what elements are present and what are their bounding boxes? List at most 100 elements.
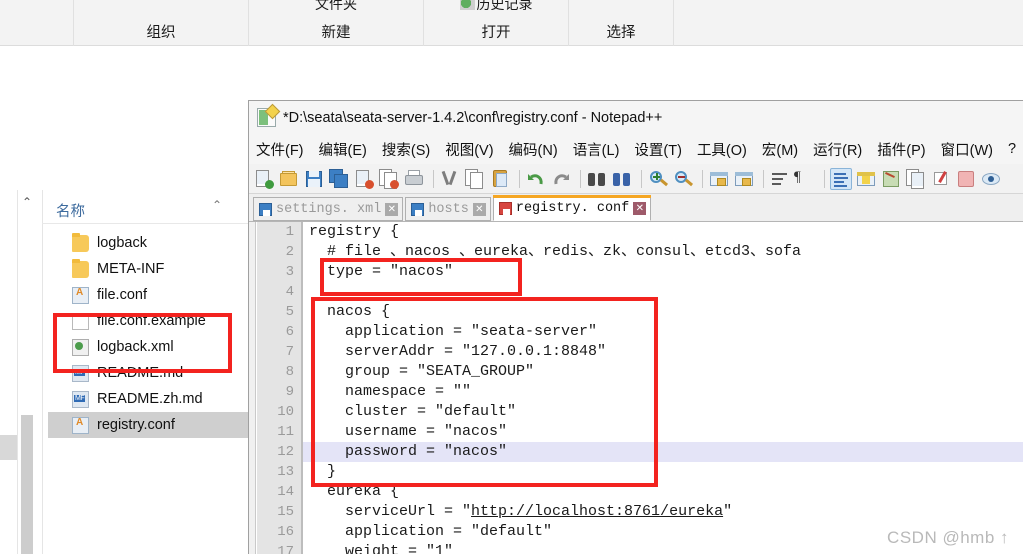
code-line[interactable]: namespace = "" bbox=[303, 382, 1023, 402]
cut-icon[interactable] bbox=[439, 168, 461, 190]
menu-item-10[interactable]: 插件(P) bbox=[877, 139, 925, 160]
sync-horizontal-scroll-icon[interactable] bbox=[733, 168, 755, 190]
line-number: 7 bbox=[285, 344, 294, 360]
code-line[interactable]: password = "nacos" bbox=[303, 442, 1023, 462]
code-text-area[interactable]: registry { # file 、nacos 、eureka、redis、z… bbox=[303, 222, 1023, 554]
file-row[interactable]: logback bbox=[48, 230, 250, 256]
close-file-icon[interactable] bbox=[353, 168, 375, 190]
indent-guide-icon[interactable] bbox=[830, 167, 852, 190]
menu-item-5[interactable]: 语言(L) bbox=[573, 139, 620, 160]
file-row[interactable]: README.md bbox=[48, 360, 250, 386]
folder-file-icon bbox=[72, 258, 89, 278]
save-all-icon[interactable] bbox=[328, 168, 350, 190]
explorer-ribbon: 组织 文件夹 新建 历史记录 打开 选择 bbox=[0, 0, 1023, 46]
menu-item-4[interactable]: 编码(N) bbox=[509, 139, 558, 160]
ribbon-group-打开[interactable]: 历史记录 打开 bbox=[424, 0, 569, 46]
menu-item-7[interactable]: 工具(O) bbox=[697, 139, 747, 160]
replace-icon[interactable] bbox=[611, 168, 633, 190]
code-line[interactable]: nacos { bbox=[303, 302, 1023, 322]
sort-caret-icon[interactable]: ⌃ bbox=[212, 198, 222, 212]
line-number: 6 bbox=[285, 324, 294, 340]
function-list-icon[interactable] bbox=[905, 168, 927, 190]
print-icon[interactable] bbox=[403, 168, 425, 190]
file-row[interactable]: META-INF bbox=[48, 256, 250, 282]
file-row[interactable]: logback.xml bbox=[48, 334, 250, 360]
line-number: 14 bbox=[277, 484, 294, 500]
copy-icon[interactable] bbox=[464, 168, 486, 190]
tab-label: settings. xml bbox=[276, 201, 382, 217]
code-line[interactable]: } bbox=[303, 462, 1023, 482]
code-line[interactable]: eureka { bbox=[303, 482, 1023, 502]
menu-item-2[interactable]: 搜索(S) bbox=[382, 139, 430, 160]
code-line[interactable]: group = "SEATA_GROUP" bbox=[303, 362, 1023, 382]
pane-left-edge bbox=[0, 190, 17, 435]
close-icon[interactable]: ✕ bbox=[385, 202, 399, 216]
find-icon[interactable] bbox=[586, 168, 608, 190]
ribbon-group-blank[interactable] bbox=[0, 0, 74, 46]
save-icon[interactable] bbox=[303, 168, 325, 190]
user-defined-language-icon[interactable] bbox=[855, 168, 877, 190]
code-editor[interactable]: 1 2 3 4 5 6 7 8 9 10 11 12 13 14 15 16 17 registry { # f… bbox=[249, 222, 1023, 554]
zoom-in-icon[interactable] bbox=[647, 168, 669, 190]
line-number: 17 bbox=[277, 544, 294, 554]
line-number: 2 bbox=[285, 244, 294, 260]
code-url-link[interactable]: http://localhost:8761/eureka bbox=[471, 503, 723, 520]
menu-item-3[interactable]: 视图(V) bbox=[445, 139, 493, 160]
ribbon-group-选择[interactable]: 选择 bbox=[569, 0, 674, 46]
menu-item-12[interactable]: ? bbox=[1008, 141, 1016, 157]
document-switcher-icon[interactable] bbox=[930, 168, 952, 190]
paste-icon[interactable] bbox=[489, 168, 511, 190]
file-row[interactable]: file.conf.example bbox=[48, 308, 250, 334]
monitor-icon[interactable] bbox=[980, 168, 1002, 190]
code-line[interactable]: serverAddr = "127.0.0.1:8848" bbox=[303, 342, 1023, 362]
menu-item-6[interactable]: 设置(T) bbox=[634, 139, 682, 160]
vertical-scrollbar-thumb[interactable] bbox=[21, 415, 33, 554]
code-line[interactable] bbox=[303, 282, 1023, 302]
code-line[interactable]: application = "seata-server" bbox=[303, 322, 1023, 342]
sync-vertical-scroll-icon[interactable] bbox=[708, 168, 730, 190]
code-line[interactable]: type = "nacos" bbox=[303, 262, 1023, 282]
scroll-up-icon[interactable]: ⌃ bbox=[22, 195, 32, 209]
pane-divider-right bbox=[42, 190, 43, 554]
open-file-icon[interactable] bbox=[278, 168, 300, 190]
md-file-icon bbox=[72, 364, 89, 382]
code-line[interactable]: # file 、nacos 、eureka、redis、zk、consul、et… bbox=[303, 242, 1023, 262]
file-row[interactable]: README.zh.md bbox=[48, 386, 250, 412]
redo-icon[interactable] bbox=[550, 168, 572, 190]
menu-item-8[interactable]: 宏(M) bbox=[762, 139, 798, 160]
menu-item-9[interactable]: 运行(R) bbox=[813, 139, 862, 160]
code-line[interactable]: cluster = "default" bbox=[303, 402, 1023, 422]
undo-icon[interactable] bbox=[525, 168, 547, 190]
menu-item-1[interactable]: 编辑(E) bbox=[319, 139, 367, 160]
tab-settings-xml[interactable]: settings. xml ✕ bbox=[253, 197, 404, 221]
close-all-icon[interactable] bbox=[378, 168, 400, 190]
xml-file-icon bbox=[72, 338, 89, 356]
folder-file-icon bbox=[72, 232, 89, 252]
menu-item-0[interactable]: 文件(F) bbox=[256, 139, 304, 160]
ribbon-group-组织[interactable]: 组织 bbox=[74, 0, 249, 46]
close-icon[interactable]: ✕ bbox=[472, 202, 486, 216]
ribbon-group-新建[interactable]: 文件夹 新建 bbox=[249, 0, 424, 46]
close-icon[interactable]: ✕ bbox=[633, 202, 647, 215]
tab-hosts[interactable]: hosts ✕ bbox=[405, 197, 491, 221]
folder-as-workspace-icon[interactable] bbox=[955, 168, 977, 190]
tab-label: registry. conf bbox=[515, 201, 630, 216]
line-number: 13 bbox=[277, 464, 294, 480]
file-row[interactable]: registry.conf bbox=[48, 412, 250, 438]
document-map-icon[interactable] bbox=[880, 168, 902, 190]
code-line[interactable]: registry { bbox=[303, 222, 1023, 242]
code-line[interactable]: username = "nacos" bbox=[303, 422, 1023, 442]
tab-registry-conf[interactable]: registry. conf ✕ bbox=[492, 195, 652, 221]
file-row[interactable]: file.conf bbox=[48, 282, 250, 308]
word-wrap-icon[interactable] bbox=[769, 168, 791, 190]
doc-file-icon bbox=[72, 312, 89, 330]
zoom-out-icon[interactable] bbox=[672, 168, 694, 190]
toolbar: ¶ bbox=[249, 164, 1023, 194]
column-header-name[interactable]: 名称 bbox=[56, 200, 85, 221]
show-all-characters-icon[interactable]: ¶ bbox=[794, 168, 816, 190]
code-line[interactable]: serviceUrl = "http://localhost:8761/eure… bbox=[303, 502, 1023, 522]
line-number: 1 bbox=[285, 224, 294, 240]
file-name: README.md bbox=[97, 365, 184, 381]
menu-item-11[interactable]: 窗口(W) bbox=[941, 139, 993, 160]
new-file-icon[interactable] bbox=[253, 168, 275, 190]
